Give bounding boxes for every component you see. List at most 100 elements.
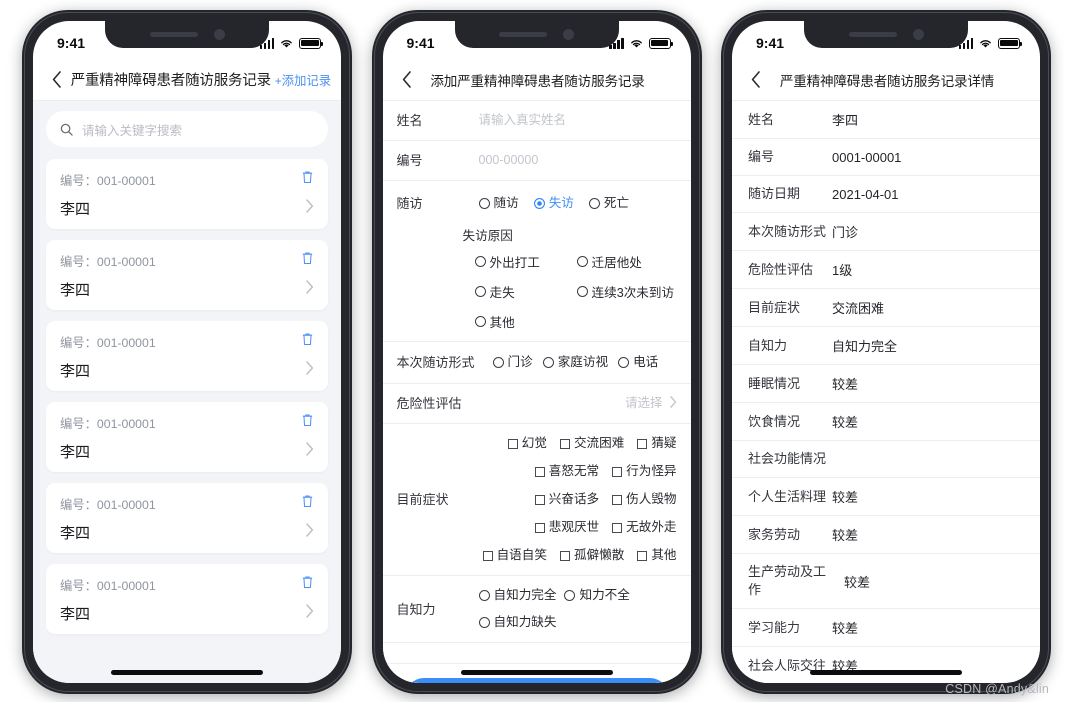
chevron-left-icon[interactable] (45, 71, 69, 88)
radio-option-followup-0[interactable]: 随访 (478, 194, 519, 213)
navbar-list: 严重精神障碍患者随访服务记录 +添加记录 (33, 59, 341, 101)
chevron-left-icon[interactable] (395, 71, 419, 88)
radio-option-insight-2[interactable]: 自知力缺失 (478, 613, 556, 632)
list-item-top: 编号：001-00001 (60, 170, 314, 189)
list-item[interactable]: 编号：001-00001 李四 (46, 402, 328, 472)
radio-option-followup-2[interactable]: 死亡 (588, 194, 629, 213)
radio-option-lost-1[interactable]: 迁居他处 (576, 252, 677, 271)
navbar-detail: 严重精神障碍患者随访服务记录详情 (732, 59, 1040, 101)
chevron-right-icon[interactable] (306, 199, 314, 218)
checkbox-option-symptom-11[interactable]: 其他 (637, 546, 677, 565)
detail-scroll-area[interactable]: 姓名 李四 编号 0001-00001 随访日期 2021-04-01 本次随访… (732, 101, 1040, 683)
risk-picker[interactable]: 请选择 (625, 394, 677, 413)
trash-icon[interactable] (301, 575, 314, 594)
chevron-right-icon[interactable] (306, 604, 314, 623)
checkbox-option-symptom-9[interactable]: 自语自笑 (482, 546, 547, 565)
trash-icon[interactable] (301, 251, 314, 270)
patient-name: 李四 (60, 525, 91, 542)
field-name[interactable]: 姓名 请输入真实姓名 (382, 101, 691, 141)
signal-bars-icon (259, 37, 274, 49)
checkbox-label: 悲观厌世 (548, 520, 600, 534)
field-code-input[interactable]: 000-00000 (479, 151, 677, 170)
trash-icon[interactable] (301, 413, 314, 432)
checkbox-icon (612, 494, 623, 505)
detail-section-header: 社会功能情况 (732, 441, 1040, 478)
radio-label: 家庭访视 (557, 355, 609, 369)
checkbox-option-symptom-5[interactable]: 兴奋话多 (534, 490, 600, 509)
checkbox-option-symptom-2[interactable]: 猜疑 (637, 434, 677, 453)
radio-option-insight-1[interactable]: 知力不全 (564, 586, 630, 605)
list-item-top: 编号：001-00001 (60, 251, 314, 270)
checkbox-icon (559, 550, 570, 561)
list-item[interactable]: 编号：001-00001 李四 (46, 159, 328, 229)
checkbox-icon (534, 466, 545, 477)
chevron-left-icon[interactable] (744, 71, 768, 88)
checkbox-option-symptom-7[interactable]: 悲观厌世 (534, 518, 600, 537)
status-time: 9:41 (57, 35, 86, 51)
checkbox-label: 无故外走 (626, 520, 677, 534)
radio-icon (564, 590, 576, 601)
record-code: 编号：001-00001 (60, 578, 156, 593)
screen-detail: 9:41 严重精神障碍患者随访服务记录详情 姓名 李四 编号 0001-0000… (732, 21, 1040, 683)
radio-option-lost-4[interactable]: 其他 (474, 312, 577, 331)
checkbox-option-symptom-6[interactable]: 伤人毁物 (612, 490, 677, 509)
search-input[interactable]: 请输入关键字搜索 (46, 111, 328, 147)
phone-form: 9:41 添加严重精神障碍患者随访服务记录 姓名 请输入真实姓名 编号 000-… (371, 10, 702, 694)
field-partial-row (382, 643, 691, 664)
checkbox-option-symptom-10[interactable]: 孤僻懒散 (559, 546, 624, 565)
chevron-right-icon[interactable] (306, 361, 314, 380)
radio-option-visit-0[interactable]: 门诊 (492, 353, 533, 372)
list-item[interactable]: 编号：001-00001 李四 (46, 321, 328, 391)
list-scroll-area[interactable]: 请输入关键字搜索 编号：001-00001 李四 编号：001-00001 李四… (33, 101, 341, 683)
add-record-button[interactable]: +添加记录 (273, 71, 331, 89)
trash-icon[interactable] (301, 332, 314, 351)
search-placeholder: 请输入关键字搜索 (82, 123, 183, 138)
confirm-button[interactable]: 确定 (404, 678, 669, 683)
radio-option-visit-2[interactable]: 电话 (618, 353, 658, 372)
detail-value: 2021-04-01 (832, 186, 899, 202)
symptom-row: 自语自笑 孤僻懒散 其他 (482, 546, 677, 565)
record-code: 编号：001-00001 (60, 416, 156, 431)
checkbox-option-symptom-0[interactable]: 幻觉 (507, 434, 547, 453)
checkbox-label: 兴奋话多 (548, 492, 600, 506)
radio-option-lost-0[interactable]: 外出打工 (474, 252, 577, 271)
record-code: 编号：001-00001 (60, 335, 156, 350)
radio-option-followup-1[interactable]: 失访 (533, 194, 574, 213)
list-item[interactable]: 编号：001-00001 李四 (46, 240, 328, 310)
home-indicator (111, 670, 263, 675)
battery-icon (998, 37, 1023, 49)
detail-label: 社会功能情况 (748, 451, 827, 466)
chevron-right-icon[interactable] (306, 442, 314, 461)
radio-label: 随访 (493, 195, 519, 210)
field-name-input[interactable]: 请输入真实姓名 (479, 111, 677, 130)
screen-form: 9:41 添加严重精神障碍患者随访服务记录 姓名 请输入真实姓名 编号 000-… (382, 21, 691, 683)
list-item[interactable]: 编号：001-00001 李四 (46, 483, 328, 553)
record-code: 编号：001-00001 (60, 254, 156, 269)
trash-icon[interactable] (301, 494, 314, 513)
radio-label: 自知力完全 (493, 588, 557, 602)
list-item-bottom: 李四 (60, 522, 314, 543)
checkbox-option-symptom-3[interactable]: 喜怒无常 (534, 462, 599, 481)
battery-icon (299, 37, 324, 49)
chevron-right-icon[interactable] (306, 280, 314, 299)
detail-label: 饮食情况 (748, 413, 801, 429)
trash-icon[interactable] (301, 170, 314, 189)
form-scroll-area[interactable]: 姓名 请输入真实姓名 编号 000-00000 随访 随访 失访 死亡 失访原因… (382, 101, 691, 664)
radio-option-visit-1[interactable]: 家庭访视 (542, 353, 609, 372)
radio-option-lost-2[interactable]: 走失 (474, 282, 577, 301)
checkbox-option-symptom-4[interactable]: 行为怪异 (612, 462, 677, 481)
checkbox-option-symptom-8[interactable]: 无故外走 (612, 518, 677, 537)
list-item[interactable]: 编号：001-00001 李四 (46, 564, 328, 634)
chevron-right-icon[interactable] (306, 523, 314, 542)
radio-option-insight-0[interactable]: 自知力完全 (478, 586, 557, 605)
field-risk-assessment[interactable]: 危险性评估 请选择 (382, 384, 691, 424)
radio-icon (474, 316, 486, 327)
checkbox-option-symptom-1[interactable]: 交流困难 (559, 434, 624, 453)
field-code[interactable]: 编号 000-00000 (382, 141, 691, 181)
checkbox-label: 其他 (651, 548, 677, 562)
lost-reason-title: 失访原因 (462, 229, 513, 243)
watermark: CSDN @Andy&lin (945, 682, 1049, 696)
detail-value: 较差 (844, 574, 871, 590)
radio-option-lost-3[interactable]: 连续3次未到访 (576, 282, 677, 301)
patient-name: 李四 (60, 444, 91, 461)
